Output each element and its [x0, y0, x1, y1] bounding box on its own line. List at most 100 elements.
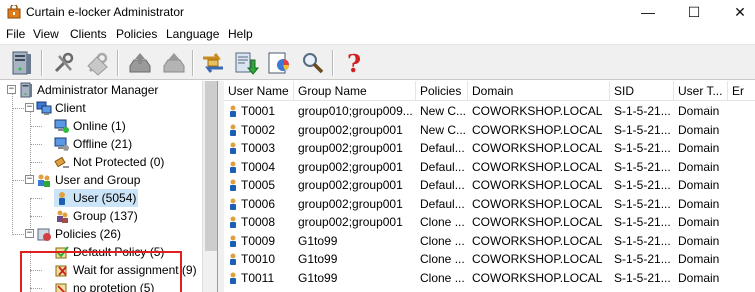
tree-item-policies[interactable]: Policies (26) — [36, 225, 121, 243]
tools-button[interactable] — [49, 48, 79, 78]
cell-policies: New C... — [420, 122, 467, 137]
server-icon — [20, 82, 32, 98]
minimize-button[interactable]: — — [625, 0, 671, 24]
table-row[interactable]: T0004 group002;group001 Defaul... COWORKSHO… — [224, 158, 755, 176]
tree-connector — [30, 252, 31, 292]
user-icon — [230, 161, 236, 173]
help-button[interactable]: ? — [339, 48, 369, 78]
cell-sid: S-1-5-21... — [614, 252, 671, 266]
tree-scrollbar-thumb[interactable] — [205, 81, 217, 251]
upload-button[interactable] — [125, 48, 155, 78]
column-header-user-type[interactable]: User T... — [674, 81, 728, 101]
tools-disabled-button[interactable] — [83, 48, 113, 78]
menu-help[interactable]: Help — [228, 27, 253, 41]
policies-icon — [37, 228, 51, 241]
table-row[interactable]: T0011 G1to99 Clone ... COWORKSHOP.LOCAL S-1-… — [224, 269, 755, 287]
server-icon — [12, 51, 31, 75]
menu-file[interactable]: File — [6, 27, 25, 41]
column-header-sid[interactable]: SID — [610, 81, 674, 101]
tree-item-client[interactable]: Client — [36, 99, 86, 117]
cell-group-name: group002;group001 — [298, 196, 403, 211]
expand-toggle-root[interactable]: − — [7, 85, 16, 94]
computer-online-icon — [54, 119, 69, 133]
expand-toggle-policies[interactable]: − — [25, 229, 34, 238]
cell-text: T0009 — [241, 233, 276, 248]
tree-item-user-and-group[interactable]: User and Group — [36, 171, 140, 189]
tree-connector — [12, 234, 24, 235]
cell-domain: COWORKSHOP.LOCAL — [472, 233, 603, 248]
toolbar-separator — [41, 50, 43, 76]
toolbar-separator — [117, 50, 119, 76]
expand-toggle-user-group[interactable]: − — [25, 175, 34, 184]
tree-item-label: User (5054) — [73, 191, 137, 205]
column-header-domain[interactable]: Domain — [468, 81, 610, 101]
report-icon — [268, 52, 289, 74]
table-row[interactable]: T0009 G1to99 Clone ... COWORKSHOP.LOCAL S-1-… — [224, 232, 755, 250]
user-icon — [230, 142, 236, 154]
table-row[interactable]: T0008 group002;group001 Clone ... COWORKSHO… — [224, 213, 755, 231]
table-row[interactable]: T0003 group002;group001 Defaul... COWORKSHO… — [224, 139, 755, 157]
tree-item-group[interactable]: Group (137) — [54, 207, 138, 225]
cell-policies: Defaul... — [420, 196, 465, 211]
cell-sid: S-1-5-21... — [614, 233, 671, 248]
tree-item-not-protected[interactable]: Not Protected (0) — [54, 153, 164, 171]
policy-check-icon — [55, 246, 69, 259]
table-row[interactable]: T0001 group010;group009... New C... COWORKS… — [224, 102, 755, 120]
menu-clients[interactable]: Clients — [70, 27, 107, 41]
tree-item-wait-for-assignment[interactable]: Wait for assignment (9) — [54, 261, 197, 279]
cell-sid: S-1-5-21... — [614, 178, 671, 192]
cell-domain: COWORKSHOP.LOCAL — [472, 104, 603, 118]
close-button[interactable]: ✕ — [717, 0, 755, 24]
tree-connector — [12, 91, 13, 235]
column-header-group-name[interactable]: Group Name — [294, 81, 416, 101]
cell-text: T0010 — [241, 252, 276, 266]
users-group-icon — [38, 174, 50, 187]
user-icon — [59, 192, 65, 205]
toolbar: ? — [0, 44, 755, 80]
tree-item-offline[interactable]: Offline (21) — [54, 135, 132, 153]
upload-disabled-button[interactable] — [159, 48, 189, 78]
report-button[interactable] — [264, 48, 294, 78]
expand-toggle-client[interactable]: − — [25, 103, 34, 112]
cell-domain: COWORKSHOP.LOCAL — [472, 141, 603, 155]
cell-text: T0003 — [241, 141, 276, 155]
tree-item-administrator-manager[interactable]: Administrator Manager — [18, 81, 158, 99]
cell-text: T0005 — [241, 178, 276, 192]
menu-view[interactable]: View — [33, 27, 59, 41]
table-row[interactable]: T0005 group002;group001 Defaul... COWORKSHO… — [224, 176, 755, 194]
tree-item-no-protetion[interactable]: no protetion (5) — [54, 279, 154, 292]
computers-icon — [36, 101, 52, 115]
column-header-policies[interactable]: Policies — [416, 81, 468, 101]
cell-user-name: T0003 — [224, 139, 294, 157]
cell-group-name: group002;group001 — [298, 215, 403, 229]
cell-group-name: G1to99 — [298, 233, 338, 248]
column-header-user-name[interactable]: User Name — [224, 81, 294, 101]
cell-group-name: group002;group001 — [298, 159, 403, 174]
tree-item-label: Administrator Manager — [37, 83, 159, 97]
table-row[interactable]: T0010 G1to99 Clone ... COWORKSHOP.LOCAL S-1-… — [224, 250, 755, 268]
group-icon — [57, 210, 68, 223]
server-button[interactable] — [7, 48, 37, 78]
table-row[interactable]: T0006 group002;group001 Defaul... COWORKSHO… — [224, 195, 755, 213]
cell-user-name: T0006 — [224, 195, 294, 213]
tree-item-label: Wait for assignment (9) — [73, 263, 197, 277]
exchange-icon — [203, 53, 223, 73]
maximize-button[interactable]: ☐ — [671, 0, 717, 24]
menu-language[interactable]: Language — [166, 27, 219, 41]
column-header-extra[interactable]: Er — [728, 81, 755, 101]
cell-user-type: Domain — [678, 196, 720, 211]
tree-scrollbar[interactable] — [202, 81, 217, 292]
tree-item-label: User and Group — [55, 173, 141, 187]
tree-item-user[interactable]: User (5054) — [54, 189, 139, 207]
menu-policies[interactable]: Policies — [116, 27, 157, 41]
cell-sid: S-1-5-21... — [614, 159, 671, 174]
search-button[interactable] — [298, 48, 328, 78]
download-button[interactable] — [231, 48, 261, 78]
tree-item-default-policy[interactable]: Default Policy (5) — [54, 243, 164, 261]
tree-item-online[interactable]: Online (1) — [54, 117, 126, 135]
cell-text: T0011 — [241, 270, 275, 285]
table-row[interactable]: T0002 group002;group001 New C... COWORKSHOP… — [224, 121, 755, 139]
exchange-button[interactable] — [198, 48, 228, 78]
tree-connector — [30, 198, 42, 199]
cell-user-type: Domain — [678, 178, 720, 192]
